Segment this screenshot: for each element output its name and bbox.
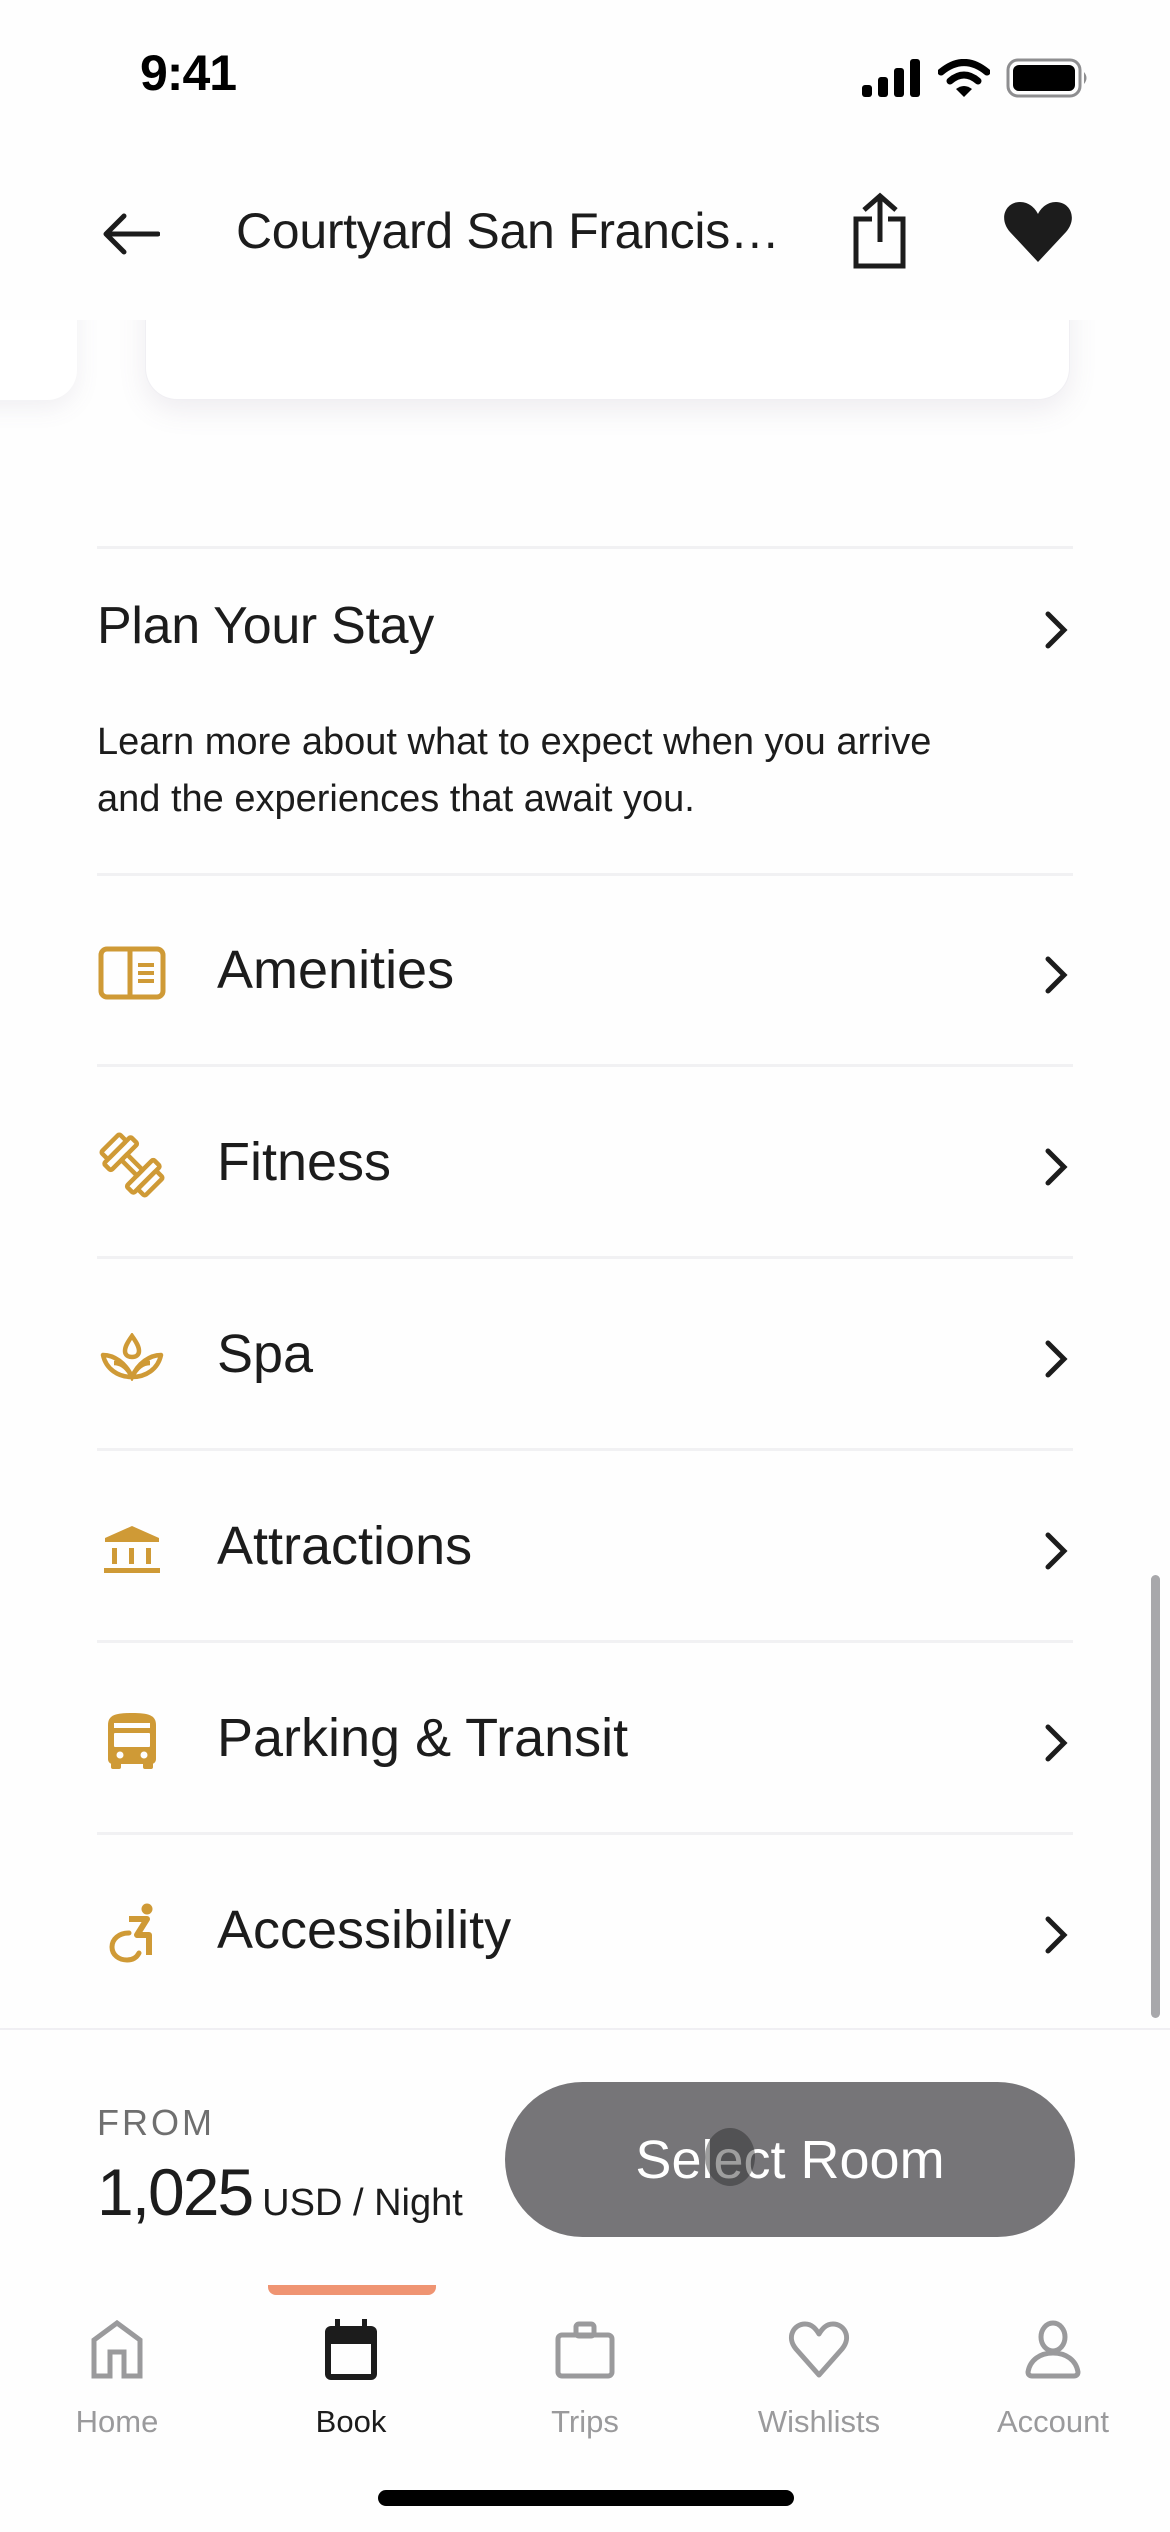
scrollbar[interactable] (1151, 1575, 1160, 2018)
list-item-fitness[interactable]: Fitness (0, 1067, 1170, 1259)
price: 1,025 USD / Night (97, 2154, 463, 2230)
status-time: 9:41 (140, 45, 237, 101)
tab-label: Trips (551, 2404, 619, 2439)
bus-icon (97, 1709, 167, 1773)
heart-filled-icon (1004, 202, 1072, 262)
arrow-left-icon (103, 213, 160, 255)
chevron-right-icon (1042, 1145, 1070, 1194)
museum-icon (97, 1517, 167, 1581)
tab-label: Wishlists (757, 2404, 881, 2439)
list-item-spa[interactable]: Spa (0, 1259, 1170, 1451)
book-open-icon (97, 941, 167, 1005)
chevron-right-icon (1042, 953, 1070, 1002)
status-icons (862, 58, 1090, 98)
select-room-button[interactable]: Select Room (505, 2082, 1075, 2237)
suitcase-icon (550, 2318, 620, 2382)
heart-outline-icon (784, 2318, 854, 2382)
person-icon (1018, 2318, 1088, 2382)
wifi-icon (938, 59, 990, 97)
favorite-button[interactable] (1002, 200, 1074, 264)
tab-wishlists[interactable]: Wishlists (702, 2308, 936, 2448)
tab-label: Home (75, 2404, 159, 2439)
plan-your-stay-title: Plan Your Stay (97, 597, 434, 655)
battery-icon (1006, 58, 1087, 98)
list-item-label: Spa (217, 1324, 314, 1384)
calendar-icon (316, 2318, 386, 2382)
wheelchair-icon (97, 1901, 167, 1965)
share-button[interactable] (850, 192, 910, 270)
list-item-label: Fitness (217, 1132, 392, 1192)
header: Courtyard San Francis… (0, 150, 1170, 320)
plan-your-stay-description: Learn more about what to expect when you… (97, 721, 932, 820)
list-item-accessibility[interactable]: Accessibility (0, 1835, 1170, 2027)
status-bar: 9:41 (0, 0, 1170, 150)
list-item-label: Parking & Transit (217, 1708, 629, 1768)
list-item-label: Attractions (217, 1516, 473, 1576)
chevron-right-icon (1042, 1337, 1070, 1386)
tab-home[interactable]: Home (0, 2308, 234, 2448)
chevron-right-icon (1042, 608, 1070, 657)
lotus-icon (97, 1325, 167, 1389)
cellular-signal-icon (862, 59, 920, 97)
price-unit: USD / Night (262, 2182, 463, 2224)
chevron-right-icon (1042, 1721, 1070, 1770)
tab-label: Book (315, 2404, 387, 2439)
section-divider (97, 546, 1073, 549)
list-item-parking-transit[interactable]: Parking & Transit (0, 1643, 1170, 1835)
home-indicator (378, 2490, 794, 2506)
list-item-amenities[interactable]: Amenities (0, 875, 1170, 1067)
dumbbell-icon (97, 1132, 167, 1198)
share-icon (853, 192, 906, 269)
hotel-info-list: Amenities Fitness Spa Attractions Parkin… (0, 875, 1170, 2027)
touch-indicator (705, 2128, 755, 2186)
back-button[interactable] (98, 202, 162, 266)
tab-book[interactable]: Book (234, 2308, 468, 2448)
chevron-right-icon (1042, 1913, 1070, 1962)
chevron-right-icon (1042, 1529, 1070, 1578)
price-amount: 1,025 (97, 2155, 254, 2229)
page-title: Courtyard San Francis… (236, 203, 780, 259)
from-label: FROM (97, 2102, 215, 2143)
list-item-attractions[interactable]: Attractions (0, 1451, 1170, 1643)
active-tab-indicator (268, 2285, 436, 2295)
list-item-label: Amenities (217, 940, 455, 1000)
home-icon (82, 2318, 152, 2382)
booking-bar: FROM 1,025 USD / Night Select Room (0, 2028, 1170, 2278)
tab-label: Account (996, 2404, 1109, 2439)
tab-trips[interactable]: Trips (468, 2308, 702, 2448)
list-item-label: Accessibility (217, 1900, 512, 1960)
tab-account[interactable]: Account (936, 2308, 1170, 2448)
